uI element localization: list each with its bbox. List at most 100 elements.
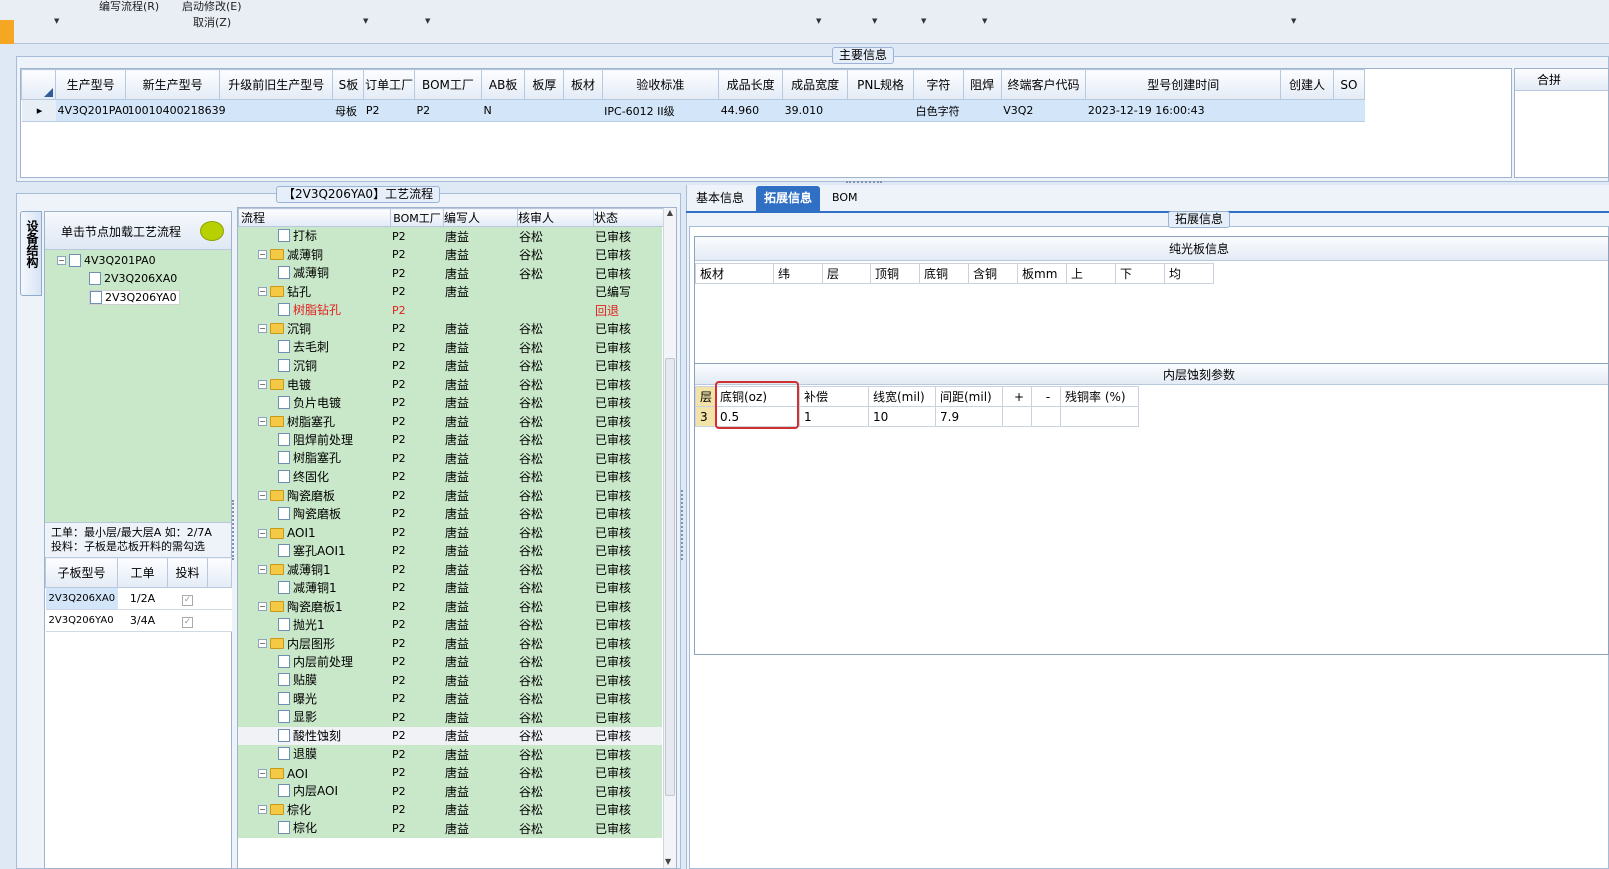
reviewer-cell[interactable]: 谷松 [517,764,593,783]
cell[interactable]: 39.010 [782,99,848,122]
flow-row[interactable]: − 棕化 P2 唐益 谷松 已审核 [238,800,662,820]
flow-row[interactable]: 阻焊前处理 P2 唐益 谷松 已审核 [238,430,662,450]
flow-step-cell[interactable]: 阻焊前处理 [238,431,390,450]
flow-step-cell[interactable]: 显影 [238,708,390,727]
cell[interactable] [219,99,333,122]
reviewer-cell[interactable]: 谷松 [517,579,593,598]
col-header[interactable]: 层 [695,386,716,407]
writer-cell[interactable]: 唐益 [443,801,517,820]
flow-step-cell[interactable]: 沉铜 [238,357,390,376]
reviewer-cell[interactable]: 谷松 [517,227,593,246]
dropdown-arrow-icon[interactable]: ▼ [982,17,987,25]
col-header[interactable]: 纬 [773,263,823,284]
status-cell[interactable]: 已审核 [593,338,662,357]
dropdown-arrow-icon[interactable]: ▼ [816,17,821,25]
writer-cell[interactable]: 唐益 [443,542,517,561]
reviewer-cell[interactable]: 谷松 [517,560,593,579]
col-header[interactable]: 工单 [117,557,168,588]
col-header[interactable]: 订单工厂 [363,69,415,100]
flow-step-cell[interactable]: 内层前处理 [238,653,390,672]
cell[interactable]: 1/2A [117,587,168,610]
flow-step-cell[interactable]: − 陶瓷磨板 [238,486,390,505]
reviewer-cell[interactable]: 谷松 [517,320,593,339]
col-header[interactable]: 型号创建时间 [1085,69,1282,100]
collapse-icon[interactable]: − [258,805,267,815]
flow-row[interactable]: − 减薄铜1 P2 唐益 谷松 已审核 [238,560,662,579]
flow-row[interactable]: 树脂塞孔 P2 唐益 谷松 已审核 [238,449,662,468]
col-header[interactable]: 新生产型号 [125,69,221,100]
writer-cell[interactable]: 唐益 [443,634,517,653]
reviewer-cell[interactable]: 谷松 [517,375,593,394]
cell[interactable] [1031,406,1061,427]
writer-cell[interactable]: 唐益 [443,468,517,487]
reviewer-cell[interactable]: 谷松 [517,264,593,283]
flow-row[interactable]: 内层AOI P2 唐益 谷松 已审核 [238,782,662,801]
writer-cell[interactable]: 唐益 [443,338,517,357]
bom-cell[interactable]: P2 [390,431,443,450]
bom-cell[interactable]: P2 [390,782,443,801]
col-header[interactable]: 终端客户代码 [1000,69,1087,100]
writer-cell[interactable]: 唐益 [443,227,517,246]
flow-row[interactable]: − AOI1 P2 唐益 谷松 已审核 [238,523,662,542]
reviewer-cell[interactable]: 谷松 [517,653,593,672]
writer-cell[interactable]: 唐益 [443,727,517,746]
cell[interactable]: 2V3Q206YA0 [45,609,118,632]
col-header[interactable]: 成品宽度 [782,69,849,100]
flow-row[interactable]: 酸性蚀刻 P2 唐益 谷松 已审核 [238,726,662,746]
reviewer-cell[interactable]: 谷松 [517,597,593,616]
col-header[interactable]: 板材 [563,69,603,100]
collapse-icon[interactable]: − [258,250,267,260]
flow-row[interactable]: − 钻孔 P2 唐益 已编写 [238,282,662,301]
cell[interactable] [1333,99,1365,122]
bom-cell[interactable]: P2 [390,246,443,265]
cell[interactable] [524,99,564,122]
col-header[interactable]: 编写人 [443,208,518,227]
status-cell[interactable]: 已审核 [593,653,662,672]
tree-node[interactable]: 2V3Q206XA0 [89,272,177,285]
cell[interactable]: 4V3Q201PA0 [55,99,129,122]
cell[interactable] [1060,406,1139,427]
flow-row[interactable]: − AOI P2 唐益 谷松 已审核 [238,763,662,783]
flow-step-cell[interactable]: − 陶瓷磨板1 [238,597,390,616]
feed-checkbox[interactable]: ✓ [167,587,208,610]
bom-cell[interactable]: P2 [390,542,443,561]
status-cell[interactable]: 回退 [593,301,662,320]
flow-step-cell[interactable]: − 减薄铜 [238,246,390,265]
menu-cancel[interactable]: 取消(Z) [193,14,231,30]
col-header[interactable]: 下 [1115,263,1165,284]
bom-cell[interactable]: P2 [390,708,443,727]
cell[interactable]: 2V3Q206XA0 [45,587,118,610]
status-cell[interactable]: 已审核 [593,801,662,820]
flow-row[interactable]: 沉铜 P2 唐益 谷松 已审核 [238,356,662,376]
cell[interactable]: 2023-12-19 16:00:43 [1085,99,1281,122]
splitter-grip[interactable] [681,490,685,560]
writer-cell[interactable]: 唐益 [443,505,517,524]
col-header[interactable]: 补偿 [799,386,869,407]
dropdown-arrow-icon[interactable]: ▼ [872,17,877,25]
flow-row[interactable]: 内层前处理 P2 唐益 谷松 已审核 [238,652,662,672]
writer-cell[interactable]: 唐益 [443,357,517,376]
bom-cell[interactable]: P2 [390,745,443,764]
status-cell[interactable]: 已审核 [593,320,662,339]
flow-row[interactable]: 棕化 P2 唐益 谷松 已审核 [238,819,662,838]
bom-cell[interactable]: P2 [390,671,443,690]
status-cell[interactable]: 已审核 [593,782,662,801]
bom-cell[interactable]: P2 [390,264,443,283]
bom-cell[interactable]: P2 [390,320,443,339]
reviewer-cell[interactable] [517,301,593,320]
tree-node-selected[interactable]: 2V3Q206YA0 [89,290,180,305]
flow-row[interactable]: 陶瓷磨板 P2 唐益 谷松 已审核 [238,504,662,524]
reviewer-cell[interactable]: 谷松 [517,616,593,635]
bom-cell[interactable]: P2 [390,801,443,820]
status-cell[interactable]: 已审核 [593,542,662,561]
writer-cell[interactable]: 唐益 [443,320,517,339]
flow-step-cell[interactable]: 终固化 [238,468,390,487]
cell[interactable]: 10 [868,406,936,427]
col-header[interactable]: SO [1332,69,1366,100]
col-header[interactable]: 层 [822,263,871,284]
col-header[interactable]: 间距(mil) [935,386,1003,407]
scroll-down-icon[interactable]: ▼ [665,857,671,866]
writer-cell[interactable]: 唐益 [443,819,517,838]
dropdown-arrow-icon[interactable]: ▼ [425,17,430,25]
flow-row[interactable]: 贴膜 P2 唐益 谷松 已审核 [238,671,662,690]
